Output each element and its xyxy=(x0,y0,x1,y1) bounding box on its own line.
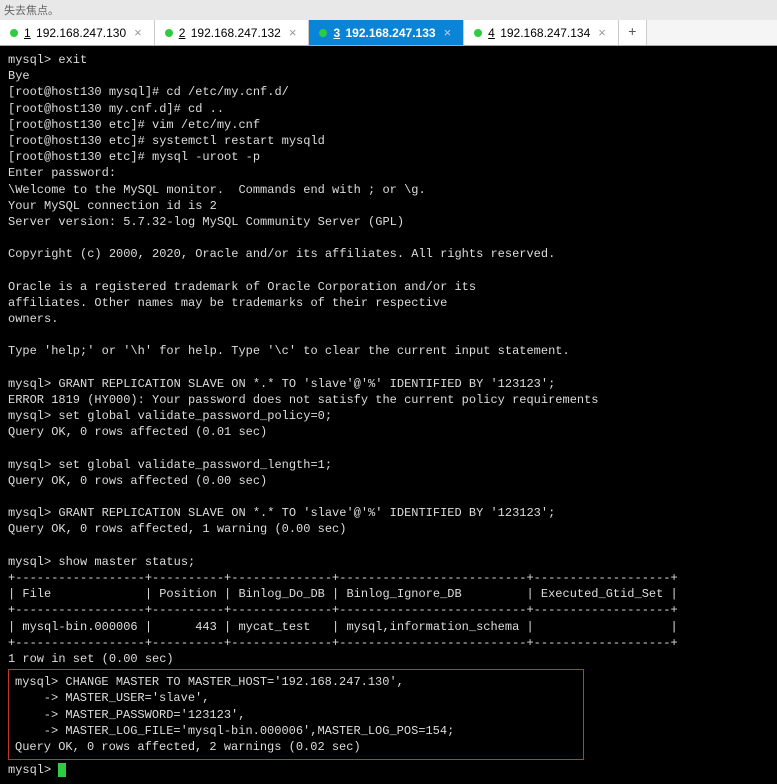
terminal-line: \Welcome to the MySQL monitor. Commands … xyxy=(8,183,426,197)
terminal-line: 1 row in set (0.00 sec) xyxy=(8,652,174,666)
tab-2[interactable]: 2 192.168.247.132 × xyxy=(155,20,310,45)
tab-title: 192.168.247.133 xyxy=(345,26,435,40)
highlighted-command-box: mysql> CHANGE MASTER TO MASTER_HOST='192… xyxy=(8,669,584,760)
status-text: 失去焦点。 xyxy=(4,5,59,17)
terminal-line: Query OK, 0 rows affected, 1 warning (0.… xyxy=(8,522,346,536)
cursor-icon xyxy=(58,763,66,777)
tab-title: 192.168.247.132 xyxy=(191,26,281,40)
tab-4[interactable]: 4 192.168.247.134 × xyxy=(464,20,619,45)
terminal-line: mysql> set global validate_password_leng… xyxy=(8,458,332,472)
terminal-line: Query OK, 0 rows affected (0.01 sec) xyxy=(8,425,267,439)
terminal-line: [root@host130 etc]# vim /etc/my.cnf xyxy=(8,118,260,132)
terminal-line: Copyright (c) 2000, 2020, Oracle and/or … xyxy=(8,247,555,261)
terminal-line: [root@host130 etc]# mysql -uroot -p xyxy=(8,150,260,164)
add-tab-button[interactable]: + xyxy=(619,20,647,45)
terminal-line: | mysql-bin.000006 | 443 | mycat_test | … xyxy=(8,620,678,634)
tab-accelerator: 1 xyxy=(24,26,31,40)
terminal-line: Server version: 5.7.32-log MySQL Communi… xyxy=(8,215,404,229)
terminal-line: ERROR 1819 (HY000): Your password does n… xyxy=(8,393,599,407)
terminal-line: mysql> exit xyxy=(8,53,87,67)
terminal-line: +------------------+----------+---------… xyxy=(8,603,678,617)
terminal-line: mysql> set global validate_password_poli… xyxy=(8,409,332,423)
terminal-line: -> MASTER_LOG_FILE='mysql-bin.000006',MA… xyxy=(15,724,454,738)
terminal-line: Query OK, 0 rows affected (0.00 sec) xyxy=(8,474,267,488)
terminal-line: mysql> show master status; xyxy=(8,555,195,569)
connected-icon xyxy=(10,29,18,37)
terminal-line: -> MASTER_PASSWORD='123123', xyxy=(15,708,245,722)
terminal-line: mysql> GRANT REPLICATION SLAVE ON *.* TO… xyxy=(8,377,555,391)
terminal-line: Your MySQL connection id is 2 xyxy=(8,199,217,213)
close-icon[interactable]: × xyxy=(132,25,144,40)
terminal-prompt: mysql> xyxy=(8,763,58,777)
terminal-line: [root@host130 my.cnf.d]# cd .. xyxy=(8,102,224,116)
terminal-line: Bye xyxy=(8,69,30,83)
terminal-line: Type 'help;' or '\h' for help. Type '\c'… xyxy=(8,344,570,358)
tab-accelerator: 2 xyxy=(179,26,186,40)
terminal-line: +------------------+----------+---------… xyxy=(8,571,678,585)
terminal-line: Enter password: xyxy=(8,166,116,180)
terminal-output[interactable]: mysql> exit Bye [root@host130 mysql]# cd… xyxy=(0,46,777,784)
connected-icon xyxy=(319,29,327,37)
tab-accelerator: 3 xyxy=(333,26,340,40)
terminal-line: Query OK, 0 rows affected, 2 warnings (0… xyxy=(15,740,361,754)
tab-bar: 1 192.168.247.130 × 2 192.168.247.132 × … xyxy=(0,20,777,46)
terminal-line: [root@host130 etc]# systemctl restart my… xyxy=(8,134,325,148)
tab-title: 192.168.247.134 xyxy=(500,26,590,40)
terminal-line: mysql> CHANGE MASTER TO MASTER_HOST='192… xyxy=(15,675,404,689)
terminal-line: owners. xyxy=(8,312,58,326)
tab-accelerator: 4 xyxy=(488,26,495,40)
tab-3[interactable]: 3 192.168.247.133 × xyxy=(309,20,464,45)
terminal-line: | File | Position | Binlog_Do_DB | Binlo… xyxy=(8,587,678,601)
tab-1[interactable]: 1 192.168.247.130 × xyxy=(0,20,155,45)
terminal-line: [root@host130 mysql]# cd /etc/my.cnf.d/ xyxy=(8,85,289,99)
close-icon[interactable]: × xyxy=(596,25,608,40)
terminal-line: +------------------+----------+---------… xyxy=(8,636,678,650)
window-status-bar: 失去焦点。 xyxy=(0,0,777,20)
terminal-line: -> MASTER_USER='slave', xyxy=(15,691,209,705)
terminal-line: affiliates. Other names may be trademark… xyxy=(8,296,447,310)
tab-title: 192.168.247.130 xyxy=(36,26,126,40)
terminal-line: Oracle is a registered trademark of Orac… xyxy=(8,280,476,294)
connected-icon xyxy=(165,29,173,37)
connected-icon xyxy=(474,29,482,37)
close-icon[interactable]: × xyxy=(287,25,299,40)
close-icon[interactable]: × xyxy=(442,25,454,40)
terminal-line: mysql> GRANT REPLICATION SLAVE ON *.* TO… xyxy=(8,506,555,520)
